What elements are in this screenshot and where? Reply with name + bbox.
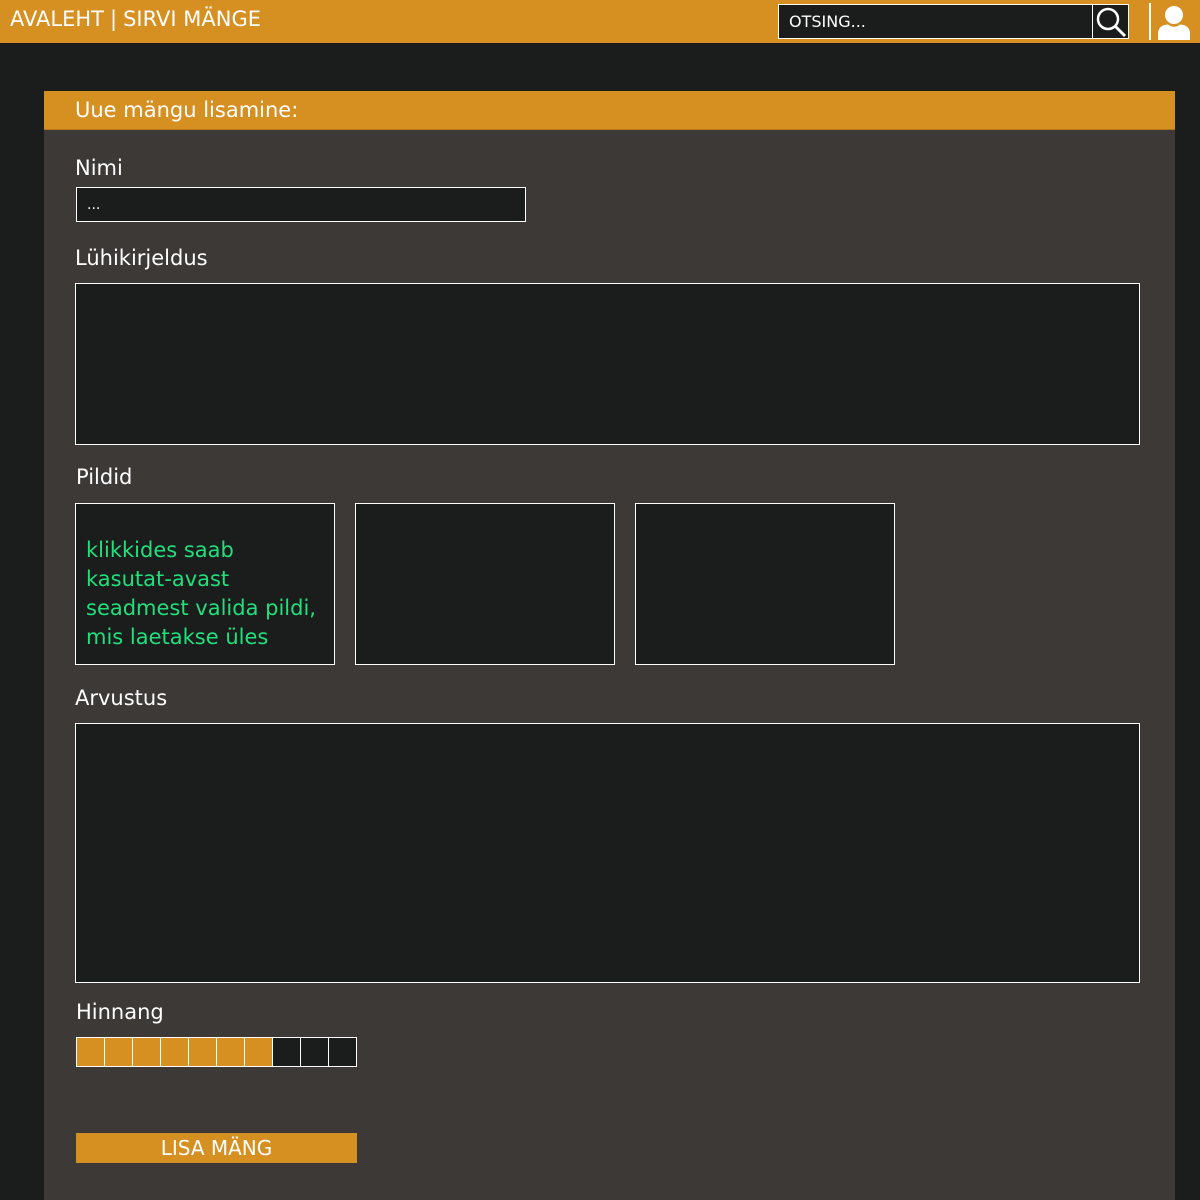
rating-cell[interactable] [189, 1038, 217, 1066]
user-account-button[interactable] [1156, 3, 1192, 40]
image-upload-slot-2[interactable] [355, 503, 615, 665]
panel-title: Uue mängu lisamine: [75, 98, 299, 122]
rating-selector [76, 1037, 357, 1067]
rating-cell[interactable] [273, 1038, 301, 1066]
rating-cell[interactable] [245, 1038, 273, 1066]
top-bar: AVALEHT | SIRVI MÄNGE [0, 0, 1200, 43]
nav-browse-games-link[interactable]: SIRVI MÄNGE [123, 7, 261, 31]
search-button[interactable] [1092, 5, 1128, 38]
short-description-label: Lühikirjeldus [75, 246, 208, 270]
main-nav: AVALEHT | SIRVI MÄNGE [10, 6, 261, 32]
user-divider [1149, 3, 1151, 40]
add-game-panel: Uue mängu lisamine: Nimi Lühikirjeldus P… [44, 91, 1175, 1200]
search-box [778, 4, 1129, 39]
rating-cell[interactable] [133, 1038, 161, 1066]
image-upload-slot-1[interactable]: klikkides saab kasutat-avast seadmest va… [75, 503, 335, 665]
short-description-textarea[interactable] [75, 283, 1140, 445]
user-icon [1158, 6, 1190, 40]
add-game-button[interactable]: LISA MÄNG [76, 1133, 357, 1163]
image-upload-slot-3[interactable] [635, 503, 895, 665]
name-label: Nimi [75, 156, 123, 180]
review-label: Arvustus [75, 686, 168, 710]
rating-cell[interactable] [301, 1038, 329, 1066]
rating-cell[interactable] [329, 1038, 356, 1066]
rating-cell[interactable] [217, 1038, 245, 1066]
images-label: Pildid [76, 465, 133, 489]
rating-label: Hinnang [76, 1000, 164, 1024]
nav-home-link[interactable]: AVALEHT [10, 7, 104, 31]
rating-cell[interactable] [105, 1038, 133, 1066]
review-textarea[interactable] [75, 723, 1140, 983]
rating-cell[interactable] [161, 1038, 189, 1066]
nav-separator: | [110, 7, 118, 31]
panel-header: Uue mängu lisamine: [44, 91, 1175, 130]
image-upload-hint: klikkides saab kasutat-avast seadmest va… [86, 538, 316, 649]
rating-cell[interactable] [77, 1038, 105, 1066]
search-icon [1096, 7, 1127, 38]
search-input[interactable] [779, 5, 1092, 38]
name-input[interactable] [76, 187, 526, 222]
